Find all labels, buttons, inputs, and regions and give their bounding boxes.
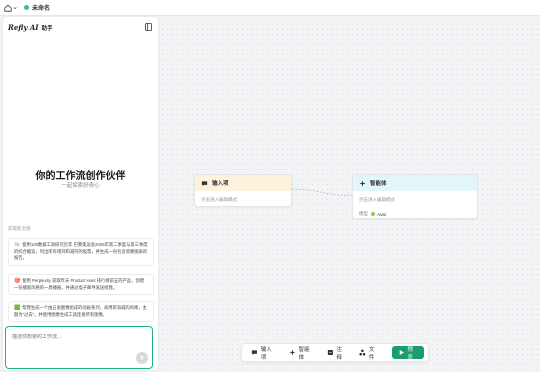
- chat-bubble-icon: [251, 350, 257, 356]
- assistant-sidebar: Refly AI 助手 你的工作流创作伙伴 一起探索好奇心 获取新灵感 🐚 使用1…: [3, 17, 158, 370]
- square-emoji-icon: 🟩: [14, 305, 21, 311]
- note-icon: [327, 349, 333, 356]
- add-agent-label: 智能体: [298, 346, 310, 361]
- suggestion-text: 使用 Perplexity 获取昨天 Product Hunt 排行榜前五的产品…: [14, 278, 144, 290]
- play-icon: [399, 349, 404, 356]
- agent-node-placeholder: 点击进入编辑模式: [359, 197, 395, 202]
- shapes-icon: [359, 349, 366, 356]
- sparkle-icon: [289, 349, 296, 356]
- hero-title: 你的工作流创作伙伴: [35, 171, 126, 182]
- suggestion-text: 帮我生成一个由五张图像组成的动画系列，采用新海诚的风格，主题为“过去”，并使用图…: [14, 305, 147, 317]
- input-node-header: 输入项: [195, 175, 291, 191]
- add-file-label: 文件: [368, 346, 375, 361]
- suggestion-card[interactable]: 🎯 使用 Perplexity 获取昨天 Product Hunt 排行榜前五的产…: [8, 274, 154, 296]
- add-input-label: 输入项: [260, 346, 272, 361]
- model-label: 模型: [359, 211, 368, 216]
- add-note-button[interactable]: 注释: [322, 346, 352, 361]
- shell-emoji-icon: 🐚: [14, 242, 21, 248]
- brand-logo: Refly AI: [8, 23, 39, 32]
- suggestion-card[interactable]: 🟩 帮我生成一个由五张图像组成的动画系列，采用新海诚的风格，主题为“过去”，并使用…: [8, 301, 154, 323]
- agent-node-header: 智能体: [353, 175, 477, 191]
- model-selector[interactable]: Auto: [371, 212, 386, 217]
- suggestion-text: 使用100数据工具研究历年 巴黎奥运会2025年第二季度与第三季度的综合概览，列…: [14, 242, 148, 261]
- chat-input-box: [5, 326, 153, 369]
- status-dot: [24, 5, 29, 10]
- input-node-title: 输入项: [212, 181, 229, 187]
- hero-subtitle: 一起探索好奇心: [61, 183, 100, 189]
- chat-input[interactable]: [12, 334, 140, 340]
- top-bar: 未命名: [0, 0, 540, 16]
- canvas-toolbar: 输入项 智能体 注释 文件 预览: [241, 343, 429, 362]
- add-file-button[interactable]: 文件: [354, 346, 384, 361]
- workflow-title[interactable]: 未命名: [24, 3, 50, 12]
- send-button[interactable]: [136, 352, 148, 364]
- panel-toggle-icon[interactable]: [145, 23, 152, 31]
- agent-node[interactable]: 智能体 点击进入编辑模式 模型 Auto: [352, 174, 478, 219]
- home-menu[interactable]: [4, 3, 18, 13]
- arrow-up-icon: [139, 355, 145, 360]
- model-icon: [371, 212, 375, 216]
- agent-node-title: 智能体: [370, 181, 387, 187]
- add-input-button[interactable]: 输入项: [246, 346, 282, 361]
- brand: Refly AI 助手: [8, 23, 53, 32]
- connection-edge: [291, 188, 354, 196]
- run-button[interactable]: 预览: [391, 346, 424, 361]
- chevron-down-icon: [13, 6, 17, 9]
- model-value: Auto: [377, 211, 387, 217]
- brand-subtitle: 助手: [41, 25, 53, 32]
- suggestion-card[interactable]: 🐚 使用100数据工具研究历年 巴黎奥运会2025年第二季度与第三季度的综合概览，…: [8, 238, 154, 266]
- workflow-canvas[interactable]: 输入项 点击进入编辑模式 智能体 点击进入编辑模式 模型 Auto: [160, 17, 540, 372]
- chat-bubble-icon: [201, 180, 208, 186]
- sparkle-icon: [359, 179, 366, 187]
- add-note-label: 注释: [336, 346, 342, 361]
- home-icon: [4, 4, 12, 12]
- input-node-placeholder: 点击进入编辑模式: [201, 197, 237, 202]
- input-node[interactable]: 输入项 点击进入编辑模式: [194, 174, 292, 207]
- add-agent-button[interactable]: 智能体: [284, 346, 320, 361]
- workflow-title-text: 未命名: [32, 6, 51, 12]
- suggestions-label: 获取新灵感: [8, 226, 31, 231]
- agent-model-row[interactable]: 模型 Auto: [353, 203, 477, 217]
- run-label: 预览: [407, 346, 413, 361]
- target-emoji-icon: 🎯: [14, 278, 21, 284]
